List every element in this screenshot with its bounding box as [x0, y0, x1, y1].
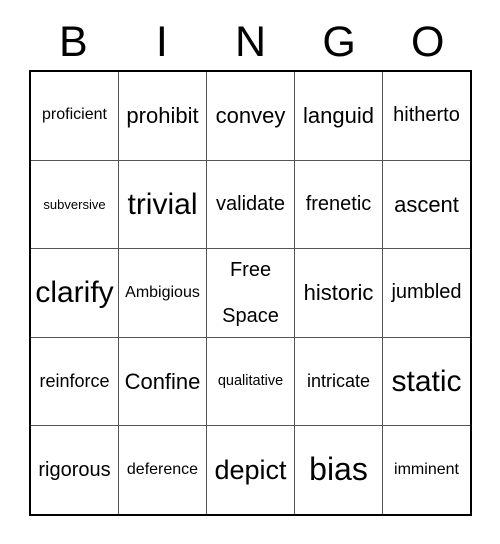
bingo-row: reinforce Confine qualitative intricate stat…: [31, 336, 470, 426]
bingo-cell[interactable]: bias: [294, 426, 382, 514]
bingo-row: clarify Ambigious Free Space historic jumbled: [31, 248, 470, 337]
bingo-cell-free-space[interactable]: Free Space: [206, 249, 294, 337]
bingo-row: subversive trivial validate frenetic ascent: [31, 159, 470, 249]
bingo-header-letter-o: O: [410, 17, 445, 66]
bingo-header-row: BINGO: [29, 14, 472, 70]
bingo-cell[interactable]: proficient: [31, 72, 118, 160]
bingo-cell[interactable]: ascent: [382, 160, 470, 249]
bingo-card: B I N G O proficient prohibit convey languid hit…: [0, 0, 500, 544]
free-space-line-1: Free: [229, 258, 272, 281]
bingo-cell[interactable]: imminent: [382, 426, 470, 514]
bingo-cell[interactable]: deference: [118, 426, 206, 514]
bingo-cell[interactable]: intricate: [294, 337, 382, 426]
bingo-cell[interactable]: Confine: [118, 337, 206, 426]
bingo-cell[interactable]: subversive: [31, 161, 118, 249]
free-space-line-2: Space: [222, 304, 279, 327]
bingo-cell[interactable]: static: [382, 337, 470, 426]
bingo-cell[interactable]: trivial: [118, 160, 206, 249]
bingo-header-letter-i: I: [155, 17, 168, 66]
bingo-cell[interactable]: Ambigious: [118, 249, 206, 337]
bingo-grid: proficient prohibit convey languid hitherto s…: [29, 70, 472, 516]
bingo-cell[interactable]: languid: [294, 72, 382, 160]
bingo-header-letter-b: B: [58, 17, 88, 66]
bingo-header-letter-g: G: [322, 17, 356, 66]
bingo-cell[interactable]: reinforce: [31, 338, 118, 426]
bingo-cell[interactable]: historic: [294, 249, 382, 337]
bingo-row: rigorous deference depict bias imminent: [31, 425, 470, 514]
bingo-cell[interactable]: frenetic: [294, 160, 382, 249]
bingo-cell[interactable]: hitherto: [382, 72, 470, 160]
bingo-header-letter-n: N: [234, 17, 267, 66]
bingo-cell[interactable]: convey: [206, 72, 294, 160]
bingo-cell[interactable]: validate: [206, 160, 294, 249]
bingo-cell[interactable]: rigorous: [31, 426, 118, 514]
bingo-cell[interactable]: depict: [206, 426, 294, 514]
bingo-cell[interactable]: jumbled: [382, 249, 470, 337]
bingo-cell[interactable]: prohibit: [118, 72, 206, 160]
bingo-cell[interactable]: clarify: [31, 249, 118, 337]
bingo-row: proficient prohibit convey languid hitherto: [31, 72, 470, 160]
bingo-cell[interactable]: qualitative: [206, 337, 294, 426]
